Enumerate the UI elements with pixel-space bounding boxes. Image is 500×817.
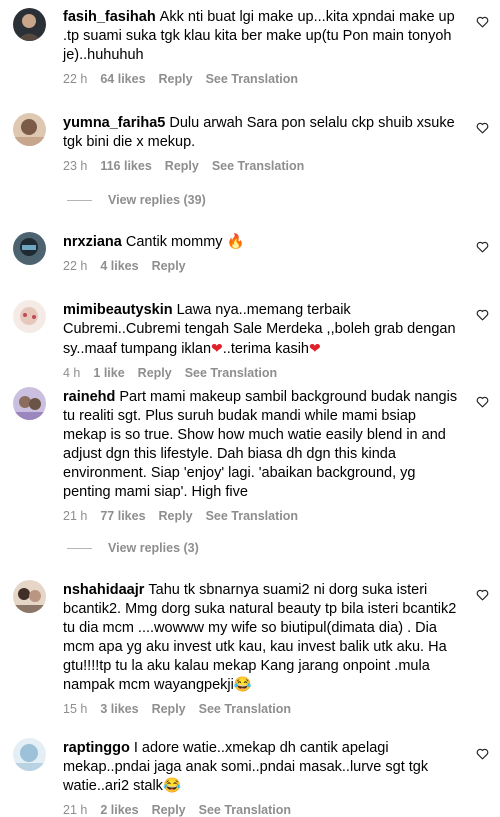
- see-translation-button[interactable]: See Translation: [206, 72, 298, 86]
- heart-outline-icon[interactable]: [476, 122, 489, 134]
- laughing-emoji: 😂: [162, 778, 181, 794]
- timestamp[interactable]: 4 h: [63, 366, 80, 380]
- view-replies-button[interactable]: View replies (39): [67, 193, 206, 207]
- timestamp[interactable]: 23 h: [63, 159, 87, 173]
- see-translation-button[interactable]: See Translation: [199, 803, 291, 817]
- avatar[interactable]: [13, 8, 46, 41]
- username[interactable]: fasih_fasihah: [63, 9, 156, 25]
- divider-line: [67, 199, 92, 201]
- like-count[interactable]: 64 likes: [100, 72, 145, 86]
- avatar[interactable]: [13, 300, 46, 333]
- reply-button[interactable]: Reply: [159, 72, 193, 86]
- comment-text: fasih_fasihah Akk nti buat lgi make up...…: [63, 9, 455, 63]
- like-count[interactable]: 77 likes: [100, 509, 145, 523]
- timestamp[interactable]: 21 h: [63, 803, 87, 817]
- laughing-emoji: 😂: [233, 677, 252, 693]
- username[interactable]: nshahidaajr: [63, 582, 144, 598]
- username[interactable]: raptinggo: [63, 740, 130, 756]
- fire-emoji: 🔥: [226, 234, 245, 250]
- see-translation-button[interactable]: See Translation: [212, 159, 304, 173]
- comment-text: yumna_fariha5 Dulu arwah Sara pon selalu …: [63, 115, 455, 150]
- red-heart-emoji: ❤: [309, 340, 321, 356]
- timestamp[interactable]: 22 h: [63, 259, 87, 273]
- heart-outline-icon[interactable]: [476, 309, 489, 321]
- comment-text: raptinggo I adore watie..xmekap dh cantik…: [63, 740, 429, 794]
- divider-line: [67, 547, 92, 549]
- view-replies-button[interactable]: View replies (3): [67, 541, 199, 555]
- avatar[interactable]: [13, 738, 46, 771]
- comment-text: nrxziana Cantik mommy 🔥: [63, 234, 245, 250]
- comment-text: rainehd Part mami makeup sambil backgroun…: [63, 389, 458, 500]
- avatar[interactable]: [13, 232, 46, 265]
- reply-button[interactable]: Reply: [152, 702, 186, 716]
- comment-meta: 22 h 64 likes Reply See Translation: [63, 72, 463, 86]
- heart-outline-icon[interactable]: [476, 16, 489, 28]
- heart-outline-icon[interactable]: [476, 396, 489, 408]
- heart-outline-icon[interactable]: [476, 241, 489, 253]
- like-count[interactable]: 116 likes: [100, 159, 151, 173]
- like-count[interactable]: 3 likes: [100, 702, 138, 716]
- comment-meta: 22 h 4 likes Reply: [63, 259, 463, 273]
- avatar[interactable]: [13, 580, 46, 613]
- like-count[interactable]: 2 likes: [100, 803, 138, 817]
- timestamp[interactable]: 15 h: [63, 702, 87, 716]
- see-translation-button[interactable]: See Translation: [199, 702, 291, 716]
- comment-meta: 15 h 3 likes Reply See Translation: [63, 702, 463, 716]
- reply-button[interactable]: Reply: [165, 159, 199, 173]
- comment-meta: 4 h 1 like Reply See Translation: [63, 366, 463, 380]
- reply-button[interactable]: Reply: [138, 366, 172, 380]
- timestamp[interactable]: 22 h: [63, 72, 87, 86]
- username[interactable]: yumna_fariha5: [63, 115, 165, 131]
- heart-outline-icon[interactable]: [476, 589, 489, 601]
- red-heart-emoji: ❤: [211, 340, 223, 356]
- comment-meta: 21 h 2 likes Reply See Translation: [63, 803, 463, 817]
- heart-outline-icon[interactable]: [476, 748, 489, 760]
- avatar[interactable]: [13, 387, 46, 420]
- comment-text: mimibeautyskin Lawa nya..memang terbaik C…: [63, 302, 456, 357]
- username[interactable]: mimibeautyskin: [63, 302, 173, 318]
- see-translation-button[interactable]: See Translation: [185, 366, 277, 380]
- reply-button[interactable]: Reply: [152, 259, 186, 273]
- like-count[interactable]: 4 likes: [100, 259, 138, 273]
- comment-meta: 21 h 77 likes Reply See Translation: [63, 509, 463, 523]
- reply-button[interactable]: Reply: [152, 803, 186, 817]
- like-count[interactable]: 1 like: [93, 366, 124, 380]
- avatar[interactable]: [13, 113, 46, 146]
- username[interactable]: nrxziana: [63, 234, 122, 250]
- comment-text: nshahidaajr Tahu tk sbnarnya suami2 ni do…: [63, 582, 457, 693]
- username[interactable]: rainehd: [63, 389, 115, 405]
- comment-meta: 23 h 116 likes Reply See Translation: [63, 159, 463, 173]
- reply-button[interactable]: Reply: [159, 509, 193, 523]
- see-translation-button[interactable]: See Translation: [206, 509, 298, 523]
- timestamp[interactable]: 21 h: [63, 509, 87, 523]
